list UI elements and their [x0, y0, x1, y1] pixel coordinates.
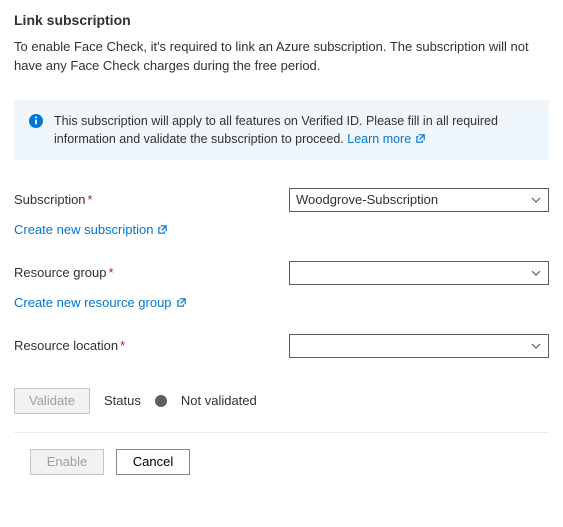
resource-group-label: Resource group*	[14, 265, 289, 280]
divider	[14, 432, 549, 433]
info-icon	[28, 113, 44, 129]
info-text: This subscription will apply to all feat…	[54, 112, 535, 148]
status-indicator-icon	[155, 395, 167, 407]
enable-button[interactable]: Enable	[30, 449, 104, 475]
validate-button[interactable]: Validate	[14, 388, 90, 414]
subscription-label: Subscription*	[14, 192, 289, 207]
page-description: To enable Face Check, it's required to l…	[14, 38, 549, 76]
status-text: Not validated	[181, 393, 257, 408]
learn-more-link[interactable]: Learn more	[347, 130, 426, 148]
chevron-down-icon	[530, 194, 542, 206]
external-link-icon	[157, 224, 168, 235]
chevron-down-icon	[530, 340, 542, 352]
subscription-select[interactable]: Woodgrove-Subscription	[289, 188, 549, 212]
cancel-button[interactable]: Cancel	[116, 449, 190, 475]
status-label: Status	[104, 393, 141, 408]
chevron-down-icon	[530, 267, 542, 279]
create-subscription-link[interactable]: Create new subscription	[14, 222, 168, 237]
resource-location-label: Resource location*	[14, 338, 289, 353]
create-resource-group-link[interactable]: Create new resource group	[14, 295, 187, 310]
page-title: Link subscription	[14, 12, 549, 28]
resource-location-select[interactable]	[289, 334, 549, 358]
external-link-icon	[176, 297, 187, 308]
resource-group-select[interactable]	[289, 261, 549, 285]
external-link-icon	[415, 133, 426, 144]
info-banner: This subscription will apply to all feat…	[14, 100, 549, 160]
